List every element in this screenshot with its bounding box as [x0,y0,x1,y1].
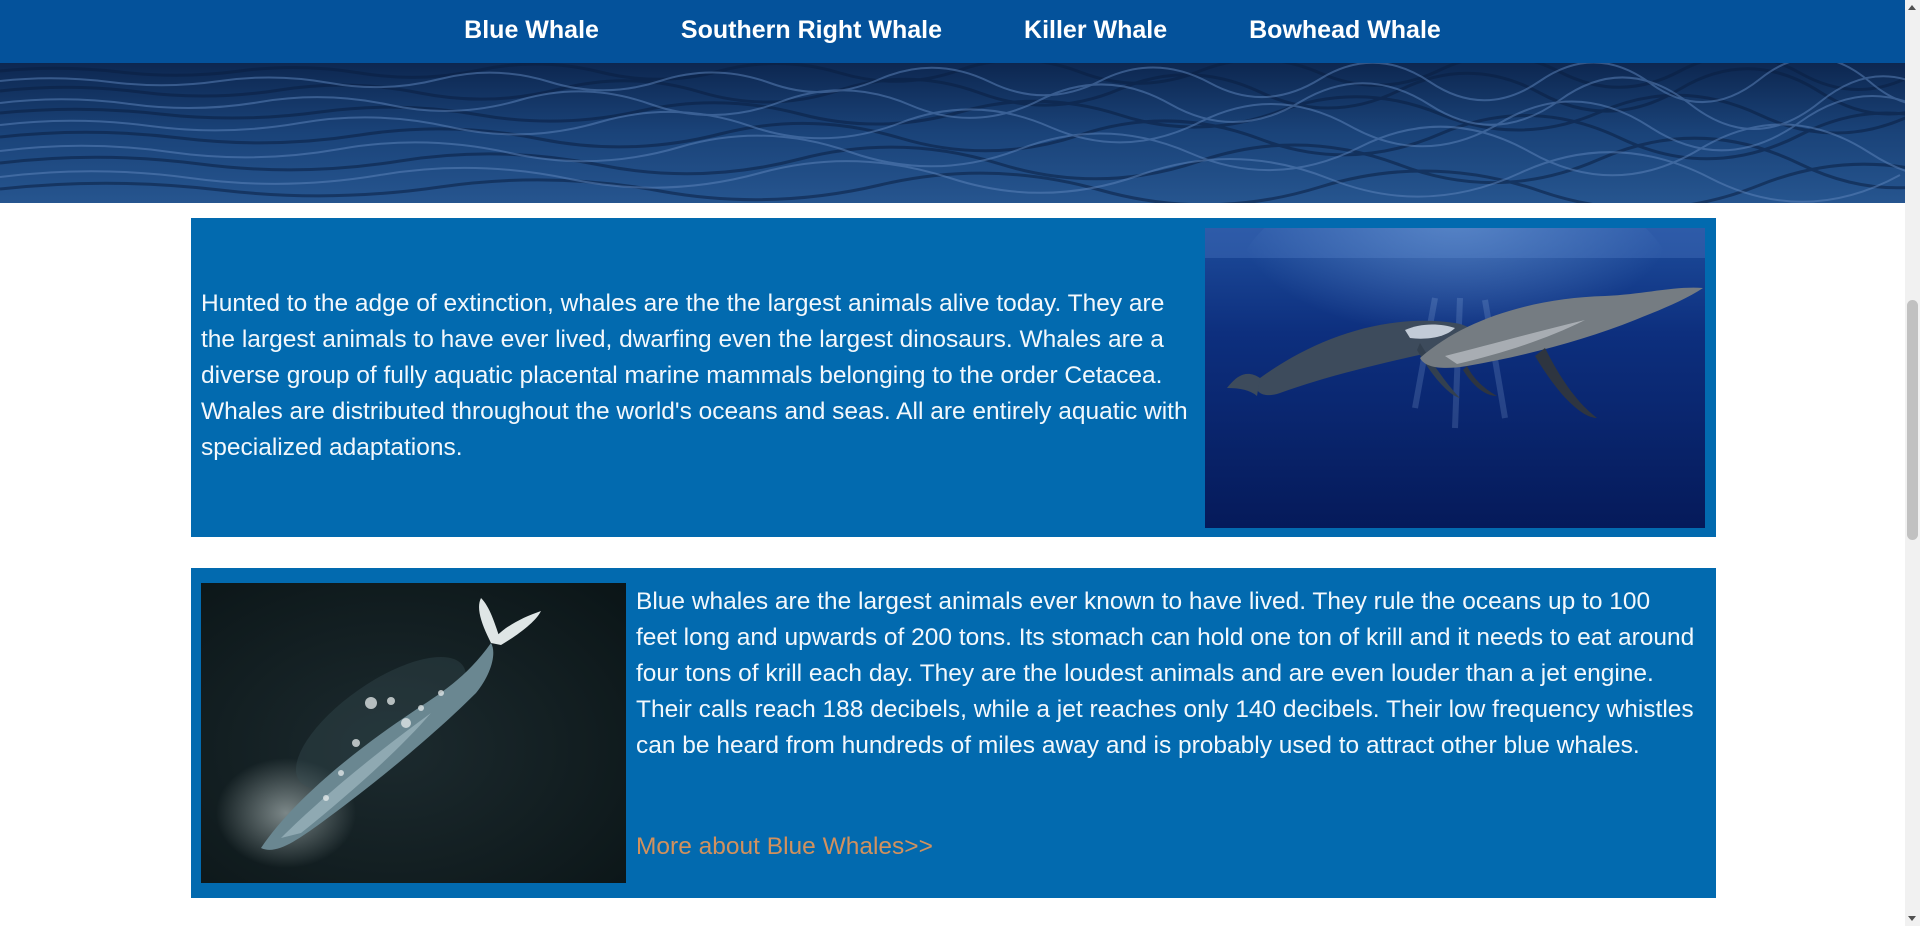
blue-whale-section: Blue whales are the largest animals ever… [191,568,1716,898]
page: Blue Whale Southern Right Whale Killer W… [0,0,1905,926]
nav-link-southern-right-whale[interactable]: Southern Right Whale [681,16,942,45]
more-about-blue-whales-link[interactable]: More about Blue Whales>> [636,833,933,861]
nav-link-bowhead-whale[interactable]: Bowhead Whale [1249,16,1441,45]
page-scrollbar[interactable] [1905,0,1920,926]
intro-section: Hunted to the adge of extinction, whales… [191,218,1716,537]
blue-whale-photo [201,583,626,883]
humpback-whales-photo [1205,228,1705,528]
top-navigation: Blue Whale Southern Right Whale Killer W… [0,0,1905,63]
scroll-down-arrow-icon[interactable] [1908,916,1916,921]
nav-link-blue-whale[interactable]: Blue Whale [464,16,599,45]
scroll-thumb[interactable] [1907,300,1918,540]
blue-whale-text: Blue whales are the largest animals ever… [636,588,1695,759]
ocean-banner-image [0,63,1905,203]
intro-text: Hunted to the adge of extinction, whales… [201,290,1188,461]
nav-link-killer-whale[interactable]: Killer Whale [1024,16,1167,45]
scroll-up-arrow-icon[interactable] [1908,5,1916,10]
